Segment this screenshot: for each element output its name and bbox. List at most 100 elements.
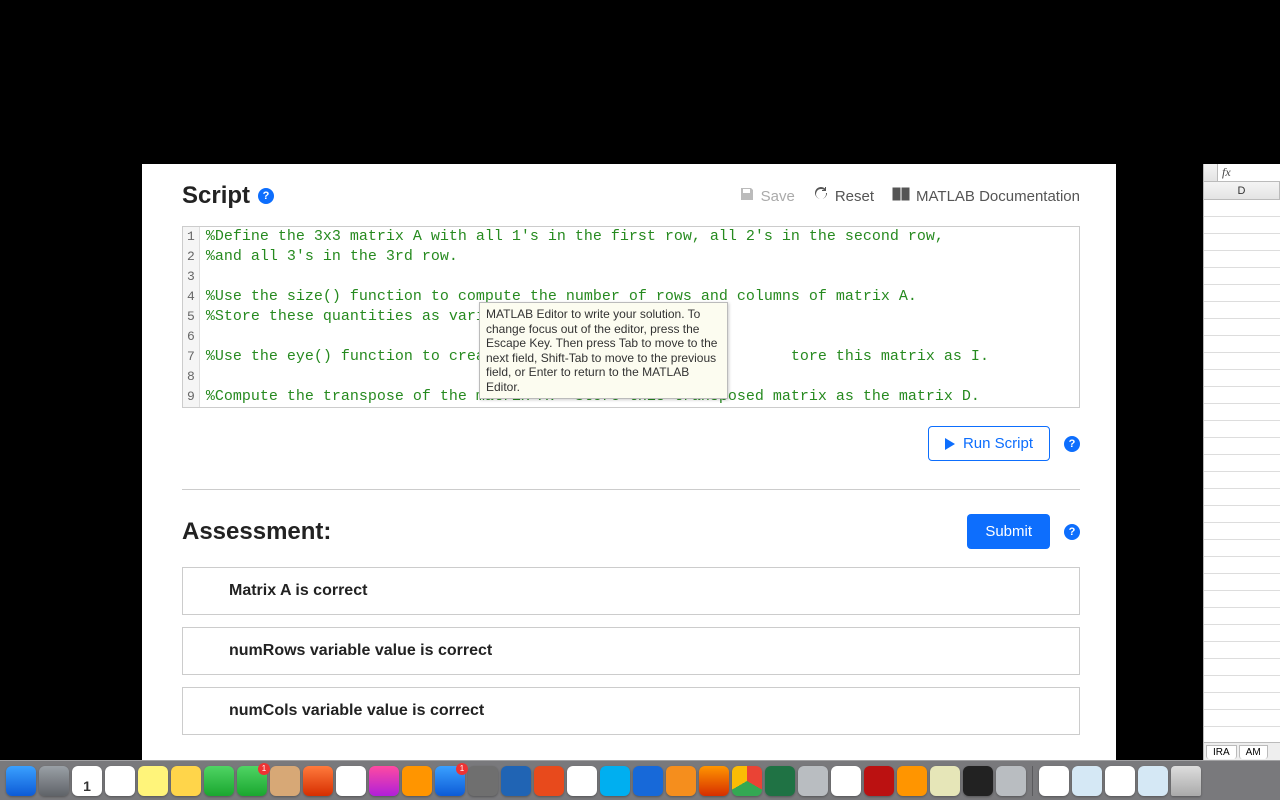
submit-button[interactable]: Submit — [967, 514, 1050, 549]
dock-word-icon[interactable] — [501, 766, 531, 796]
save-button[interactable]: Save — [739, 186, 795, 206]
dock-stickies-icon[interactable] — [171, 766, 201, 796]
cell-row[interactable] — [1204, 523, 1280, 540]
line-number: 7 — [187, 347, 195, 367]
assessment-item[interactable]: numRows variable value is correct — [182, 627, 1080, 675]
dock-doc2-icon[interactable] — [1072, 766, 1102, 796]
cell-row[interactable] — [1204, 438, 1280, 455]
dock-launchpad-icon[interactable] — [39, 766, 69, 796]
dock-trash-icon[interactable] — [1171, 766, 1201, 796]
dock-docs2-icon[interactable] — [930, 766, 960, 796]
cell-row[interactable] — [1204, 200, 1280, 217]
cell-row[interactable] — [1204, 574, 1280, 591]
cell-row[interactable] — [1204, 710, 1280, 727]
dock-chrome-icon[interactable] — [732, 766, 762, 796]
dock-doc3-icon[interactable] — [1105, 766, 1135, 796]
dock-help2-icon[interactable] — [996, 766, 1026, 796]
dock-adobe-icon[interactable] — [864, 766, 894, 796]
cell-row[interactable] — [1204, 557, 1280, 574]
column-headers: D — [1204, 182, 1280, 200]
cell-row[interactable] — [1204, 217, 1280, 234]
dock-facetime-icon[interactable] — [237, 766, 267, 796]
dock-onedrive-icon[interactable] — [567, 766, 597, 796]
docs-label: MATLAB Documentation — [916, 188, 1080, 205]
sheet-tab-ira[interactable]: IRA — [1206, 745, 1237, 759]
line-number: 3 — [187, 267, 195, 287]
line-number: 6 — [187, 327, 195, 347]
cell-row[interactable] — [1204, 370, 1280, 387]
cell-row[interactable] — [1204, 642, 1280, 659]
assessment-item[interactable]: Matrix A is correct — [182, 567, 1080, 615]
fx-splitter[interactable] — [1204, 164, 1218, 181]
dock-settings2-icon[interactable] — [897, 766, 927, 796]
dock-photobooth-icon[interactable] — [303, 766, 333, 796]
dock-firefox-icon[interactable] — [699, 766, 729, 796]
spreadsheet-cells[interactable] — [1204, 200, 1280, 727]
run-help-icon[interactable]: ? — [1064, 436, 1080, 452]
dock-vlc-icon[interactable] — [666, 766, 696, 796]
dock-reminders-icon[interactable] — [105, 766, 135, 796]
cell-row[interactable] — [1204, 608, 1280, 625]
dock-skype-icon[interactable] — [600, 766, 630, 796]
cell-row[interactable] — [1204, 302, 1280, 319]
cell-row[interactable] — [1204, 319, 1280, 336]
dock-excel-icon[interactable] — [765, 766, 795, 796]
cell-row[interactable] — [1204, 659, 1280, 676]
cell-row[interactable] — [1204, 455, 1280, 472]
cell-row[interactable] — [1204, 404, 1280, 421]
dock-notes-icon[interactable] — [138, 766, 168, 796]
cell-row[interactable] — [1204, 506, 1280, 523]
cell-row[interactable] — [1204, 625, 1280, 642]
code-line[interactable]: %Define the 3x3 matrix A with all 1's in… — [206, 227, 989, 247]
dock-photos-icon[interactable] — [336, 766, 366, 796]
column-d-header[interactable]: D — [1204, 182, 1280, 199]
assessment-list: Matrix A is correct numRows variable valu… — [182, 567, 1080, 735]
sheet-tab-am[interactable]: AM — [1239, 745, 1268, 759]
dock-messages-icon[interactable] — [204, 766, 234, 796]
reset-button[interactable]: Reset — [813, 186, 874, 206]
cell-row[interactable] — [1204, 234, 1280, 251]
cell-row[interactable] — [1204, 421, 1280, 438]
divider — [182, 489, 1080, 490]
code-line[interactable] — [206, 267, 989, 287]
cell-row[interactable] — [1204, 387, 1280, 404]
cell-row[interactable] — [1204, 472, 1280, 489]
cell-row[interactable] — [1204, 489, 1280, 506]
cell-row[interactable] — [1204, 251, 1280, 268]
run-script-button[interactable]: Run Script — [928, 426, 1050, 461]
formula-bar[interactable]: fx — [1204, 164, 1280, 182]
cell-row[interactable] — [1204, 285, 1280, 302]
cell-row[interactable] — [1204, 353, 1280, 370]
help-icon[interactable]: ? — [258, 188, 274, 204]
docs-button[interactable]: MATLAB Documentation — [892, 187, 1080, 205]
script-actions: Save Reset MATLAB Documentation — [739, 186, 1080, 206]
line-number: 2 — [187, 247, 195, 267]
dock-help-icon[interactable] — [798, 766, 828, 796]
dock-ibooks-icon[interactable] — [402, 766, 432, 796]
dock-appstore-icon[interactable] — [435, 766, 465, 796]
dock-calendar-icon[interactable]: 1 — [72, 766, 102, 796]
cell-row[interactable] — [1204, 540, 1280, 557]
dock-mail-icon[interactable] — [831, 766, 861, 796]
dock-itunes-icon[interactable] — [369, 766, 399, 796]
dock-doc4-icon[interactable] — [1138, 766, 1168, 796]
cell-row[interactable] — [1204, 268, 1280, 285]
dock-finder-icon[interactable] — [6, 766, 36, 796]
code-editor[interactable]: 123456789 %Define the 3x3 matrix A with … — [182, 226, 1080, 408]
dock-sysprefs-icon[interactable] — [468, 766, 498, 796]
cell-row[interactable] — [1204, 676, 1280, 693]
reset-label: Reset — [835, 188, 874, 205]
cell-row[interactable] — [1204, 336, 1280, 353]
code-line[interactable]: %and all 3's in the 3rd row. — [206, 247, 989, 267]
assessment-item[interactable]: numCols variable value is correct — [182, 687, 1080, 735]
dock-doc1-icon[interactable] — [1039, 766, 1069, 796]
cell-row[interactable] — [1204, 693, 1280, 710]
sheet-tabs: IRA AM — [1204, 742, 1280, 760]
dock-powerpoint-icon[interactable] — [534, 766, 564, 796]
dock-contacts-icon[interactable] — [270, 766, 300, 796]
dock-terminal-icon[interactable] — [963, 766, 993, 796]
assessment-help-icon[interactable]: ? — [1064, 524, 1080, 540]
dock-teamviewer-icon[interactable] — [633, 766, 663, 796]
fx-label: fx — [1218, 165, 1235, 180]
cell-row[interactable] — [1204, 591, 1280, 608]
